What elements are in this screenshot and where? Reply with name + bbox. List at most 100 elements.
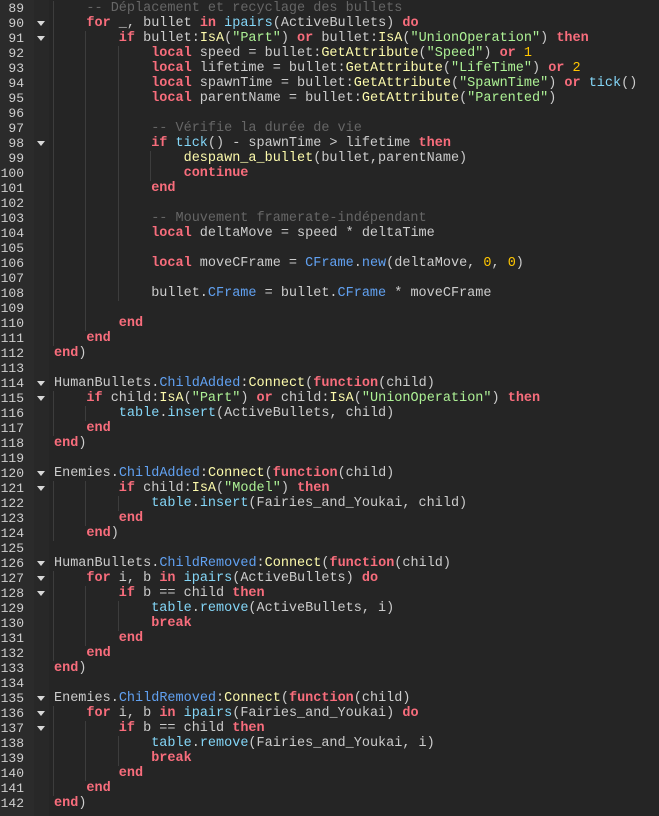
code-text: ) (531, 60, 549, 76)
code-line[interactable]: local parentName = bullet:GetAttribute("… (151, 91, 556, 106)
indent-guide (53, 705, 54, 721)
code-line[interactable]: bullet.CFrame = bullet.CFrame * moveCFra… (151, 286, 491, 301)
code-text: (deltaMove, (386, 255, 484, 271)
indent-guide (117, 105, 119, 121)
code-line[interactable]: local spawnTime = bullet:GetAttribute("S… (151, 76, 637, 91)
code-line[interactable]: despawn_a_bullet(bullet,parentName) (184, 151, 468, 166)
code-editor[interactable]: -- Déplacement et recyclage des bullets f… (0, 0, 659, 816)
indent-guide (53, 195, 54, 211)
code-line[interactable]: -- Déplacement et recyclage des bullets (86, 1, 402, 16)
indent-guide (53, 120, 54, 136)
code-text: (bullet,parentName) (313, 150, 468, 166)
indent-guide (85, 300, 87, 316)
indent-guide (85, 285, 87, 301)
comment: -- Mouvement framerate-indépendant (151, 210, 427, 226)
indent-guide (117, 165, 119, 181)
code-line[interactable]: if bullet:IsA("Part") or bullet:IsA("Uni… (119, 31, 589, 46)
indent-guide (85, 60, 87, 76)
code-line[interactable]: for i, b in ipairs(ActiveBullets) do (86, 571, 378, 586)
code-line[interactable]: if b == child then (119, 586, 265, 601)
code-line[interactable]: end) (54, 796, 86, 811)
property-name: CFrame (305, 255, 354, 271)
comment: -- Vérifie la durée de vie (151, 120, 362, 136)
indent-guide (53, 285, 54, 301)
keyword: then (556, 30, 589, 46)
string-literal: "Part" (232, 30, 281, 46)
indent-guide (85, 120, 87, 136)
keyword: end (54, 435, 79, 451)
code-line[interactable]: Enemies.ChildRemoved:Connect(function(ch… (54, 691, 411, 706)
builtin-name: ipairs (183, 705, 233, 721)
indent-guide (117, 495, 119, 511)
code-line[interactable]: break (151, 616, 192, 631)
code-line[interactable]: for _, bullet in ipairs(ActiveBullets) d… (86, 16, 418, 31)
indent-guide (85, 585, 87, 601)
indent-guide (53, 765, 54, 781)
keyword: then (297, 480, 330, 496)
keyword: end (86, 525, 111, 541)
keyword: end (54, 345, 79, 361)
keyword: for (86, 570, 111, 586)
keyword: end (151, 180, 176, 196)
code-text: bullet. (151, 285, 208, 301)
indent-guide (85, 225, 87, 241)
code-line[interactable]: table.remove(ActiveBullets, i) (151, 601, 394, 616)
code-line[interactable]: local speed = bullet:GetAttribute("Speed… (151, 46, 532, 61)
code-line[interactable]: table.insert(Fairies_and_Youkai, child) (151, 496, 467, 511)
indent-guide (150, 165, 152, 181)
code-line[interactable]: end (119, 316, 143, 331)
code-line[interactable]: break (151, 751, 192, 766)
indent-guide (53, 150, 54, 166)
code-text: ) (78, 435, 87, 451)
code-line[interactable]: if child:IsA("Model") then (119, 481, 330, 496)
code-line[interactable]: local moveCFrame = CFrame.new(deltaMove,… (151, 256, 524, 271)
code-line[interactable]: end) (54, 661, 86, 676)
code-line[interactable]: end (119, 631, 143, 646)
code-line[interactable]: if child:IsA("Part") or child:IsA("Union… (86, 391, 540, 406)
code-text: ) (280, 480, 298, 496)
builtin-name: remove (199, 735, 249, 751)
code-text: : (216, 690, 225, 706)
indent-guide (117, 45, 119, 61)
code-line[interactable]: Enemies.ChildAdded:Connect(function(chil… (54, 466, 394, 481)
indent-guide (53, 780, 54, 796)
code-text: (ActiveBullets) (272, 15, 403, 31)
property-name: ChildRemoved (118, 690, 217, 706)
code-text: ) (548, 90, 557, 106)
code-line[interactable]: end) (54, 436, 86, 451)
code-line[interactable]: end (119, 511, 143, 526)
indent-guide (53, 30, 54, 46)
builtin-name: insert (167, 405, 217, 421)
code-line[interactable]: end (119, 766, 143, 781)
code-line[interactable]: end) (54, 346, 86, 361)
keyword: in (199, 15, 217, 31)
code-text: bullet: (313, 30, 379, 46)
code-text: (child) (394, 555, 452, 571)
indent-guide (117, 615, 119, 631)
keyword: end (54, 795, 79, 811)
code-line[interactable]: for i, b in ipairs(Fairies_and_Youkai) d… (86, 706, 418, 721)
code-line[interactable]: end (86, 646, 110, 661)
code-line[interactable]: -- Mouvement framerate-indépendant (151, 211, 426, 226)
code-line[interactable]: local deltaMove = speed * deltaTime (151, 226, 435, 241)
indent-guide (117, 255, 119, 271)
code-line[interactable]: HumanBullets.ChildAdded:Connect(function… (54, 376, 435, 391)
code-line[interactable]: end (151, 181, 175, 196)
code-line[interactable]: end (86, 331, 110, 346)
method-name: IsA (191, 480, 217, 496)
code-line[interactable]: end (86, 781, 110, 796)
string-literal: "UnionOperation" (410, 30, 541, 46)
code-line[interactable]: table.remove(Fairies_and_Youkai, i) (151, 736, 435, 751)
code-line[interactable]: if b == child then (119, 721, 265, 736)
indent-guide (53, 585, 54, 601)
code-line[interactable]: if tick() - spawnTime > lifetime then (151, 136, 451, 151)
code-line[interactable]: HumanBullets.ChildRemoved:Connect(functi… (54, 556, 451, 571)
code-line[interactable]: table.insert(ActiveBullets, child) (119, 406, 394, 421)
code-line[interactable]: end (86, 421, 110, 436)
code-line[interactable]: local lifetime = bullet:GetAttribute("Li… (151, 61, 580, 76)
keyword: break (151, 750, 192, 766)
indent-guide (117, 135, 119, 151)
code-line[interactable]: -- Vérifie la durée de vie (151, 121, 362, 136)
code-line[interactable]: continue (184, 166, 249, 181)
code-line[interactable]: end) (86, 526, 118, 541)
